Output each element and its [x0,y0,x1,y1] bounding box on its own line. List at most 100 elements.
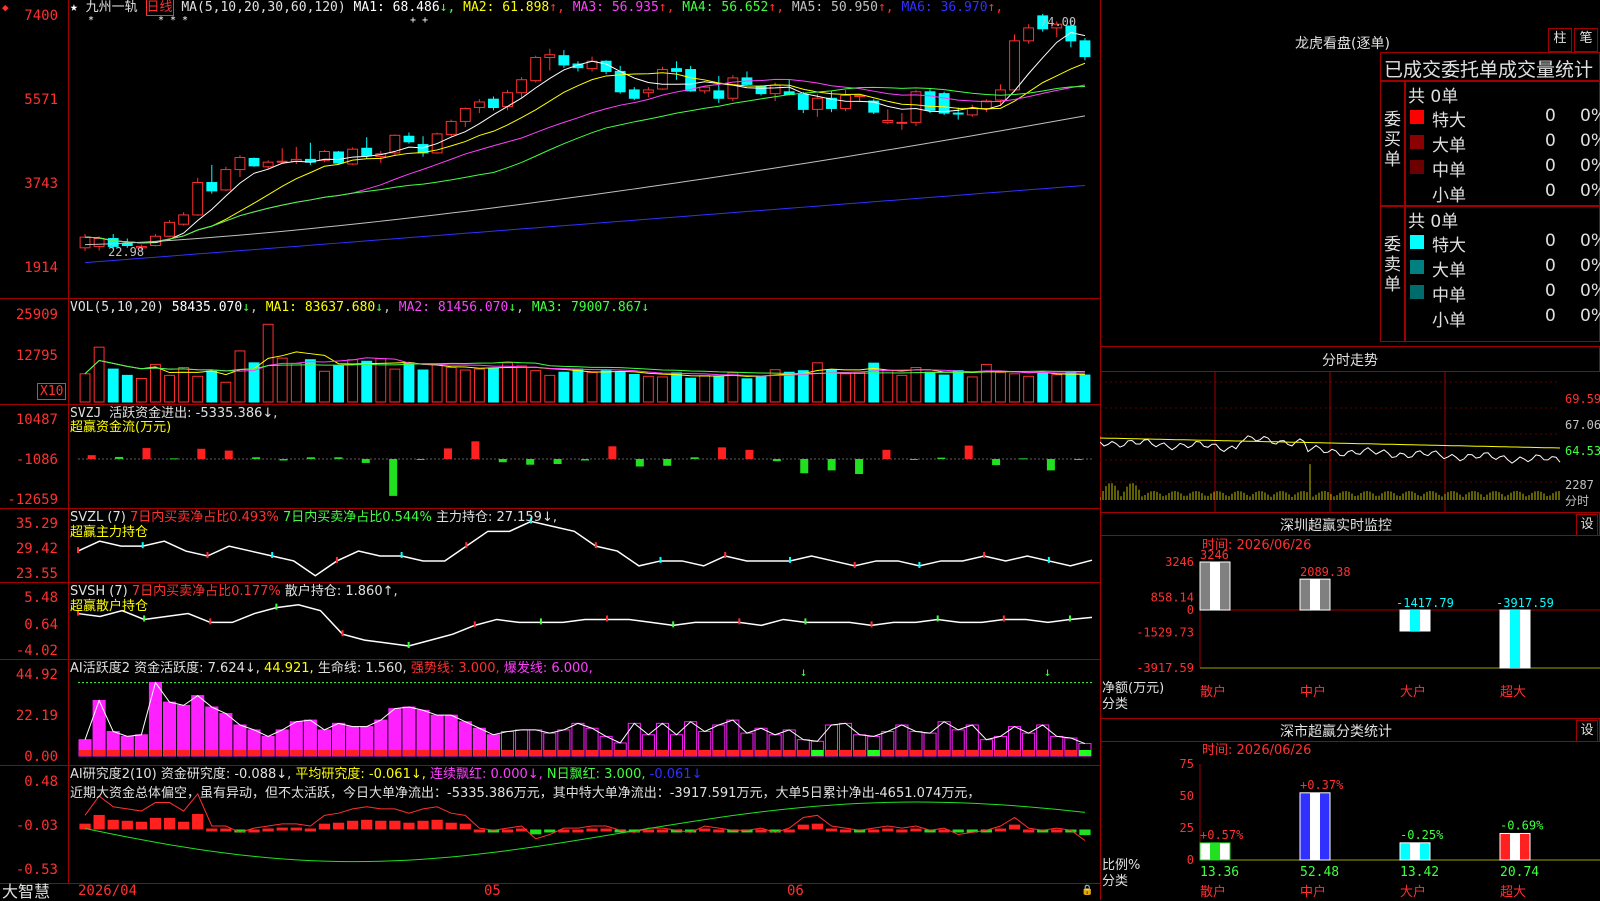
ai-research-bar [192,813,204,830]
ai-research-bar [417,820,429,830]
svzj-bar [115,456,124,459]
bar-view-button[interactable]: 柱 [1548,28,1572,52]
volume-bar [826,369,837,403]
volume-bar [389,368,401,403]
svsh-header: SVSH (7) 7日内买卖净占比0.177% 散户持仓: 1.860↑, [70,584,398,599]
order-pct: 0% [1580,156,1600,176]
ai-research-bar [896,829,908,833]
ai-research-bar [375,820,387,830]
volume-bar [220,381,232,403]
ai-research-bar [1079,829,1091,836]
ai-research-header: AI研究度2(10) 资金研究度: -0.088↓, 平均研究度: -0.061… [70,767,702,782]
classify-change-label: -0.69% [1500,818,1544,832]
ai-activity-base [853,750,866,756]
classify-y-tick: 0 [1187,853,1194,867]
volume-bar [544,374,556,403]
monitor-bar-chart[interactable]: 3246858.140-1529.73-3917.593246散户2089.38… [1100,536,1600,716]
ai-activity-base [952,750,965,756]
order-swatch [1410,285,1424,299]
ai-activity-base [262,750,275,756]
svzl-label: SVZL (7) [70,510,126,525]
commentary: 近期大资金总体偏空，虽有异动，但不太活跃，今日大单净流出：-5335.386万元… [70,786,981,801]
volume-bar [840,373,851,403]
ai-research-chart[interactable] [79,793,1091,863]
candle-body [361,147,373,157]
svzl-chart[interactable] [77,517,1093,577]
monitor-value-label: -1417.79 [1396,596,1454,610]
app-name[interactable]: 大智慧 [2,883,50,900]
ai-activity-base [1022,750,1035,756]
volume-bar [980,363,992,403]
svzl-b: 7日内买卖净占比0.544% [282,510,432,525]
candle-body [516,79,528,94]
ai-activity-base [1036,750,1049,756]
svzj-bar [471,441,480,459]
candle-body [206,182,218,192]
minute-trend-chart[interactable] [1100,372,1600,512]
tick-view-button[interactable]: 笔 [1574,28,1598,52]
y-tick: 12795 [15,348,58,364]
order-pct: 0% [1580,131,1600,151]
volume-chart[interactable] [79,323,1091,403]
svzj-bar [855,459,864,475]
ai-research-bar [93,814,105,830]
ai-activity-bar [219,713,233,757]
ai-activity-base [811,750,824,756]
volume-bar [473,368,485,403]
volume-bar [206,370,218,403]
candle-body [473,101,485,109]
volume-bar [741,378,753,403]
order-qty: 0 [1545,281,1556,301]
svsh-chart[interactable] [77,603,1093,648]
lock-icon[interactable]: 🔒 [1081,883,1093,898]
ma-line [85,184,1085,264]
svzj-bar [443,448,452,459]
svzl-header: SVZL (7) 7日内买卖净占比0.493% 7日内买卖净占比0.544% 主… [70,510,557,525]
y-tick: 10487 [15,412,58,428]
vol-ma2: MA2: 81456.070 [398,300,509,315]
ai-research-bar [389,820,401,830]
ai-activity-base [600,750,613,756]
ai2-e: -0.061↓ [649,767,703,782]
y-tick: 29.42 [15,541,58,557]
ai-activity-base [402,750,415,756]
svzj-bar [252,457,261,459]
volume-bar [558,371,570,403]
vol-arrow: ↓ [508,300,517,315]
ai-research-bar [910,828,922,832]
ai-activity-base [163,750,176,756]
y-tick: -12659 [7,492,58,508]
ai-activity-chart[interactable]: ↓ ↓ [78,665,1092,757]
svzj-header: SVZJ 活跃资金进出: -5335.386↓, [70,406,277,421]
monitor-y-tick: -3917.59 [1136,661,1194,675]
volume-bar [628,373,640,403]
classify-settings-button[interactable]: 设 [1576,720,1598,742]
classify-change-label: +0.37% [1300,778,1344,792]
classify-value-label: 13.36 [1200,865,1239,880]
svzl-line-tick [465,542,468,549]
svsh-line [77,603,1093,647]
ai-activity-base [712,750,725,756]
ai-activity-bar [402,706,416,757]
y-tick: 3743 [24,176,58,192]
order-qty: 0 [1545,156,1556,176]
order-qty: 0 [1545,256,1556,276]
order-type: 小单 [1432,311,1466,331]
ai-research-bar [332,822,345,830]
candle-body [178,214,190,225]
ai-activity-base [374,750,387,756]
high-annotation: 74.00 [1040,15,1076,29]
monitor-settings-button[interactable]: 设 [1576,514,1598,536]
svzj-chart[interactable] [78,441,1092,496]
favorite-icon[interactable]: ◆ [2,0,9,15]
svsh-line-tick [143,615,146,622]
volume-bar [727,372,739,403]
svzl-line-tick [788,556,791,563]
volume-bar [699,375,711,403]
classify-bar-chart[interactable]: 75 50 25 0 +0.57% 13.36 散户 +0.37% 52.48 中户 -0.25% 1… [1100,742,1600,900]
svzl-line-tick [1047,556,1050,563]
order-swatch [1410,110,1424,124]
ai-research-bar [1051,829,1063,833]
ai-research-bar [262,828,274,832]
ai-research-bar [177,821,190,830]
